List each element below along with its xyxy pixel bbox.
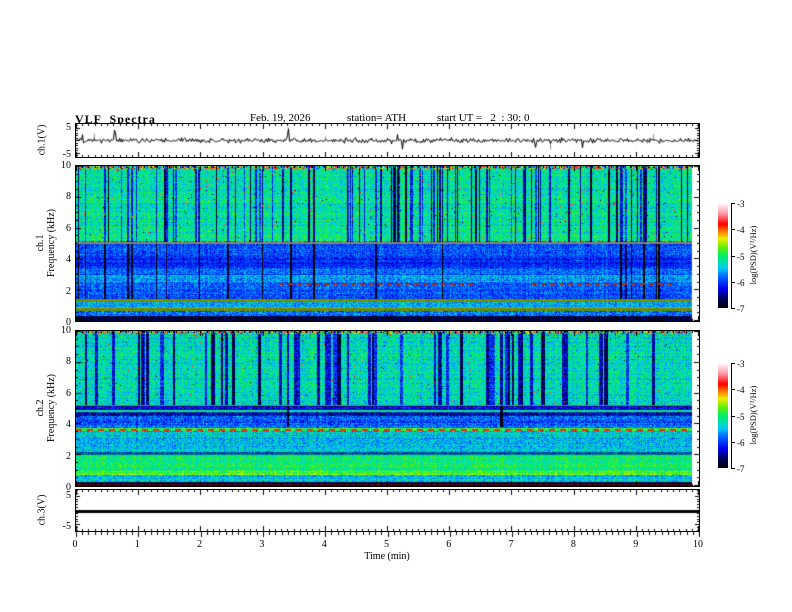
ch1-freq-tick-6: 6 (66, 222, 71, 234)
colorbar1-tick-label--6: -6 (737, 277, 745, 288)
ch2-spectrogram-panel (75, 330, 700, 487)
ch1-spectrogram-canvas (76, 166, 699, 321)
ch1-label-line2: Frequency (kHz) (46, 208, 57, 278)
ch2-frequency-axis-label: ch.2 Frequency (kHz) (35, 374, 57, 442)
ch2-colorbar (718, 363, 728, 468)
time-tick-label-8: 8 (570, 539, 576, 550)
ch3-waveform-canvas (76, 490, 699, 531)
colorbar-tick (731, 308, 735, 309)
colorbar2-tick-label--6: -6 (737, 437, 745, 448)
time-tick-label-6: 6 (446, 539, 452, 550)
ch1-volt-tick-5: 5 (66, 121, 71, 133)
ch1-volt-tick--5: -5 (62, 149, 71, 161)
ch1-waveform-panel (75, 123, 700, 158)
colorbar-tick (731, 203, 735, 204)
colorbar1-tick-label--5: -5 (737, 251, 745, 262)
ch1-colorbar (718, 203, 728, 308)
ch1-waveform-canvas (76, 124, 699, 157)
colorbar2-tick-label--4: -4 (737, 385, 745, 396)
colorbar-tick (731, 468, 735, 469)
colorbar-tick (731, 442, 735, 443)
time-tick-label-0: 0 (72, 539, 78, 550)
ch2-spectrogram-canvas (76, 331, 699, 486)
colorbar-tick (731, 416, 735, 417)
ch1-label-line1: ch.1 (35, 234, 46, 252)
time-tick-label-1: 1 (134, 539, 140, 550)
colorbar-tick (731, 389, 735, 390)
colorbar2-tick-label--7: -7 (737, 464, 745, 474)
ch1-freq-tick-4: 4 (66, 254, 71, 266)
ch1-freq-tick-2: 2 (66, 285, 71, 297)
time-tick-label-7: 7 (508, 539, 514, 550)
time-tick-label-3: 3 (259, 539, 265, 550)
colorbar-tick (731, 229, 735, 230)
colorbar2-tick-label--3: -3 (737, 359, 745, 369)
colorbar-tick (731, 363, 735, 364)
ch2-colorbar-label: log(PSD)(V²/Hz) (748, 385, 758, 445)
ch2-label-line1: ch.2 (35, 399, 46, 417)
time-tick-label-4: 4 (321, 539, 327, 550)
ch2-freq-tick-6: 6 (66, 387, 71, 399)
colorbar1-tick-label--7: -7 (737, 304, 745, 314)
ch1-freq-tick-10: 10 (61, 160, 71, 171)
ch1-freq-tick-0: 0 (66, 317, 71, 328)
colorbar1-tick-label--3: -3 (737, 199, 745, 209)
ch2-label-line2: Frequency (kHz) (46, 373, 57, 443)
ch3-volt-tick--5: -5 (62, 520, 71, 532)
ch2-freq-tick-8: 8 (66, 356, 71, 368)
ch1-spectrogram-panel (75, 165, 700, 322)
ch1-freq-tick-8: 8 (66, 191, 71, 203)
time-tick-label-5: 5 (384, 539, 389, 550)
ch1-frequency-axis-label: ch.1 Frequency (kHz) (35, 209, 57, 277)
vlf-spectra-figure: VLF Spectra Feb. 19, 2026 station= ATH s… (0, 0, 792, 612)
ch1-colorbar-label: log(PSD)(V²/Hz) (748, 225, 758, 285)
time-axis-title: Time (min) (364, 551, 410, 562)
time-tick-label-2: 2 (197, 539, 203, 550)
colorbar2-tick-label--5: -5 (737, 411, 745, 422)
ch3-waveform-panel (75, 489, 700, 532)
ch3-volt-tick-5: 5 (66, 490, 71, 502)
colorbar-tick (731, 282, 735, 283)
ch2-freq-tick-4: 4 (66, 419, 71, 431)
time-tick-label-9: 9 (633, 539, 639, 550)
time-tick-label-10: 10 (693, 539, 703, 550)
colorbar1-tick-label--4: -4 (737, 225, 745, 236)
ch2-freq-tick-2: 2 (66, 450, 71, 462)
colorbar-tick (731, 256, 735, 257)
